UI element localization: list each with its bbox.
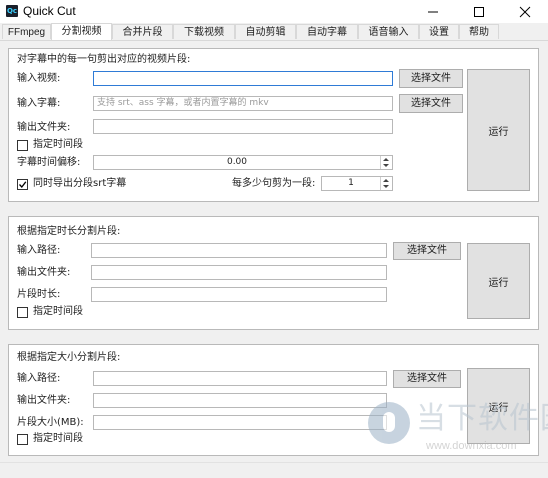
maximize-icon: [474, 7, 484, 17]
output-folder-field[interactable]: [91, 265, 387, 280]
time-range-checkbox[interactable]: [17, 307, 28, 318]
time-range-label: 指定时间段: [33, 433, 83, 444]
tab-merge-clips[interactable]: 合并片段: [112, 24, 173, 39]
input-subtitle-field[interactable]: 支持 srt、ass 字幕，或者内置字幕的 mkv: [93, 96, 393, 111]
maximize-button[interactable]: [456, 0, 502, 23]
section-title: 根据指定大小分割片段:: [17, 352, 121, 363]
segment-duration-field[interactable]: [91, 287, 387, 302]
output-folder-label: 输出文件夹:: [17, 395, 71, 406]
subtitle-offset-label: 字幕时间偏移:: [17, 157, 81, 168]
sentences-per-segment-spinbox[interactable]: 1: [321, 176, 393, 191]
tab-download-video[interactable]: 下载视频: [173, 24, 235, 39]
input-path-field[interactable]: [93, 371, 387, 386]
input-path-label: 输入路径:: [17, 245, 61, 256]
segment-size-label: 片段大小(MB):: [17, 417, 84, 428]
sentences-per-segment-value: 1: [348, 178, 354, 188]
output-folder-field[interactable]: [93, 119, 393, 134]
close-icon: [519, 6, 531, 18]
spin-arrows-icon[interactable]: [380, 177, 392, 190]
run-button[interactable]: 运行: [467, 69, 530, 191]
time-range-label: 指定时间段: [33, 139, 83, 150]
subtitle-split-panel: 对字幕中的每一句剪出对应的视频片段: 输入视频: 选择文件 输入字幕: 支持 s…: [8, 48, 539, 202]
app-logo-icon: Qc: [6, 5, 18, 17]
tab-settings[interactable]: 设置: [419, 24, 459, 39]
duration-split-panel: 根据指定时长分割片段: 输入路径: 选择文件 输出文件夹: 片段时长: 指定时间…: [8, 216, 539, 330]
check-icon: [19, 181, 27, 189]
title-bar: Qc Quick Cut: [0, 0, 548, 23]
run-button[interactable]: 运行: [467, 243, 530, 319]
sentences-per-segment-label: 每多少句剪为一段:: [232, 178, 316, 189]
select-video-button[interactable]: 选择文件: [399, 69, 463, 88]
output-folder-field[interactable]: [93, 393, 387, 408]
export-srt-label: 同时导出分段srt字幕: [33, 178, 127, 189]
tab-help[interactable]: 帮助: [459, 24, 499, 39]
output-folder-label: 输出文件夹:: [17, 267, 71, 278]
run-button[interactable]: 运行: [467, 368, 530, 444]
tab-voice-input[interactable]: 语音输入: [358, 24, 419, 39]
time-range-checkbox[interactable]: [17, 434, 28, 445]
output-folder-label: 输出文件夹:: [17, 122, 71, 133]
time-range-label: 指定时间段: [33, 306, 83, 317]
time-range-checkbox[interactable]: [17, 140, 28, 151]
input-video-label: 输入视频:: [17, 73, 61, 84]
tab-ffmpeg[interactable]: FFmpeg: [2, 24, 51, 39]
segment-duration-label: 片段时长:: [17, 289, 61, 300]
minimize-icon: [428, 11, 438, 13]
select-subtitle-button[interactable]: 选择文件: [399, 94, 463, 113]
tab-auto-edit[interactable]: 自动剪辑: [235, 24, 296, 39]
input-path-label: 输入路径:: [17, 373, 61, 384]
select-file-button[interactable]: 选择文件: [393, 370, 461, 388]
window-title: Quick Cut: [23, 4, 76, 18]
subtitle-offset-value: 0.00: [226, 157, 248, 167]
section-title: 根据指定时长分割片段:: [17, 226, 121, 237]
spin-arrows-icon[interactable]: [380, 156, 392, 169]
input-path-field[interactable]: [91, 243, 387, 258]
size-split-panel: 根据指定大小分割片段: 输入路径: 选择文件 输出文件夹: 片段大小(MB): …: [8, 344, 539, 456]
select-file-button[interactable]: 选择文件: [393, 242, 461, 260]
section-title: 对字幕中的每一句剪出对应的视频片段:: [17, 54, 191, 65]
tab-split-video[interactable]: 分割视频: [51, 23, 112, 40]
status-bar: [0, 462, 548, 478]
input-subtitle-label: 输入字幕:: [17, 98, 61, 109]
tab-bar: FFmpeg 分割视频 合并片段 下载视频 自动剪辑 自动字幕 语音输入 设置 …: [0, 23, 548, 41]
segment-size-field[interactable]: [93, 415, 387, 430]
export-srt-checkbox[interactable]: [17, 179, 28, 190]
minimize-button[interactable]: [410, 0, 456, 23]
input-video-field[interactable]: [93, 71, 393, 86]
subtitle-offset-spinbox[interactable]: 0.00: [93, 155, 393, 170]
tab-auto-subtitle[interactable]: 自动字幕: [296, 24, 358, 39]
close-button[interactable]: [502, 0, 548, 23]
